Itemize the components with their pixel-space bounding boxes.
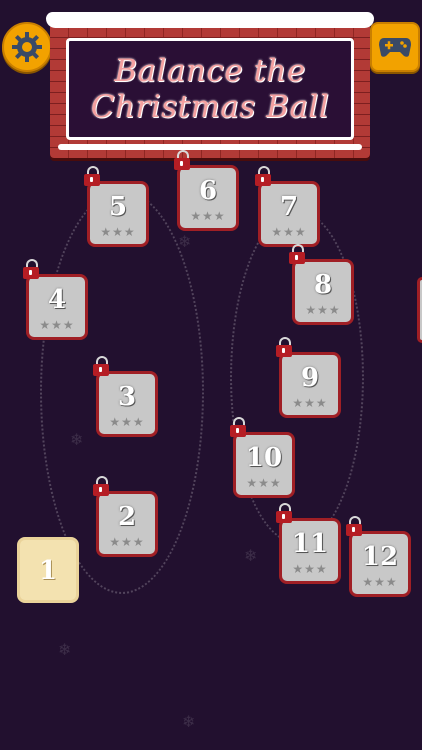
lock-icon — [84, 166, 100, 186]
level-number: 10 — [245, 443, 283, 473]
level-number: 2 — [117, 502, 137, 532]
level-11-tile[interactable]: 11 ★★★ — [276, 503, 341, 584]
level-4-tile[interactable]: 4 ★★★ — [23, 259, 88, 340]
lock-icon — [289, 244, 305, 264]
level-number: 6 — [198, 176, 218, 206]
snowflake-icon: ❄ — [182, 712, 196, 731]
level-number: 4 — [47, 285, 67, 315]
star-rating: ★★★ — [109, 415, 145, 429]
gamepad-icon — [379, 38, 411, 57]
snowflake-icon: ❄ — [70, 430, 84, 449]
level-number: 9 — [300, 363, 320, 393]
level-3-tile[interactable]: 3 ★★★ — [93, 356, 158, 437]
star-rating: ★★★ — [271, 225, 307, 239]
lock-icon — [230, 417, 246, 437]
lock-icon — [346, 516, 362, 536]
star-rating: ★★★ — [39, 318, 75, 332]
title-panel: Balance the Christmas Ball — [66, 38, 354, 140]
snowflake-icon: ❄ — [58, 640, 72, 659]
level-9-tile[interactable]: 9 ★★★ — [276, 337, 341, 418]
lock-icon — [93, 356, 109, 376]
level-5-tile[interactable]: 5 ★★★ — [84, 166, 149, 247]
level-number: 3 — [117, 382, 137, 412]
lock-icon — [276, 503, 292, 523]
star-rating: ★★★ — [190, 209, 226, 223]
star-rating: ★★★ — [292, 396, 328, 410]
level-number: 5 — [108, 192, 128, 222]
level-number: 7 — [279, 192, 299, 222]
snowflake-icon: ❄ — [178, 232, 192, 251]
level-number: 8 — [313, 270, 333, 300]
level-number: 11 — [291, 529, 329, 559]
level-12-tile[interactable]: 12 ★★★ — [346, 516, 411, 597]
star-rating: ★★★ — [292, 562, 328, 576]
star-rating: ★★★ — [100, 225, 136, 239]
game-title-line2: Christmas Ball — [90, 89, 330, 125]
lock-icon — [174, 150, 190, 170]
settings-button[interactable] — [2, 22, 52, 72]
star-rating: ★★★ — [246, 476, 282, 490]
level-number: 12 — [361, 542, 399, 572]
game-title-line1: Balance the — [114, 53, 306, 89]
snow-cap — [46, 12, 374, 28]
more-games-button[interactable] — [370, 22, 420, 72]
level-1-tile[interactable]: 1 — [17, 537, 79, 603]
gear-icon — [12, 32, 42, 62]
lock-icon — [93, 476, 109, 496]
lock-icon — [276, 337, 292, 357]
level-7-tile[interactable]: 7 ★★★ — [255, 166, 320, 247]
level-8-tile[interactable]: 8 ★★★ — [289, 244, 354, 325]
star-rating: ★★★ — [305, 303, 341, 317]
snowflake-icon: ❄ — [244, 546, 258, 565]
level-2-tile[interactable]: 2 ★★★ — [93, 476, 158, 557]
star-rating: ★★★ — [109, 535, 145, 549]
level-6-tile[interactable]: 6 ★★★ — [174, 150, 239, 231]
level-10-tile[interactable]: 10 ★★★ — [230, 417, 295, 498]
level-number: 1 — [38, 556, 58, 586]
offscreen-level-tile[interactable] — [417, 277, 422, 343]
snow-ledge — [58, 144, 362, 150]
star-rating: ★★★ — [362, 575, 398, 589]
lock-icon — [255, 166, 271, 186]
title-sign: Balance the Christmas Ball — [46, 12, 374, 158]
lock-icon — [23, 259, 39, 279]
